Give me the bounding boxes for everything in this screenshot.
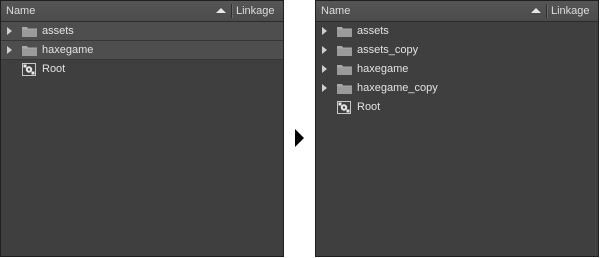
folder-icon xyxy=(337,45,352,56)
linkage-column-header[interactable]: Linkage xyxy=(236,5,275,17)
library-item-assets[interactable]: assets xyxy=(316,22,598,41)
column-divider[interactable] xyxy=(546,4,548,18)
expand-arrow-icon[interactable] xyxy=(322,84,327,92)
library-item-haxegame[interactable]: haxegame xyxy=(1,41,283,60)
library-item-haxegame-copy[interactable]: haxegame_copy xyxy=(316,79,598,98)
folder-icon xyxy=(337,26,352,37)
folder-icon xyxy=(337,83,352,94)
library-item-label: haxegame xyxy=(42,44,94,56)
expand-arrow-icon[interactable] xyxy=(322,65,327,73)
library-item-label: Root xyxy=(357,101,381,113)
library-item-label: assets_copy xyxy=(357,44,419,56)
column-header: Name Linkage xyxy=(316,1,598,22)
expand-arrow-icon[interactable] xyxy=(322,27,327,35)
name-column-header[interactable]: Name xyxy=(321,5,350,17)
library-item-label: Root xyxy=(42,63,66,75)
sort-ascending-icon[interactable] xyxy=(531,8,541,13)
library-item-label: haxegame xyxy=(357,63,409,75)
expand-arrow-icon[interactable] xyxy=(7,27,12,35)
library-panel-before: Name Linkage assets haxegame Root xyxy=(0,0,284,257)
folder-icon xyxy=(22,26,37,37)
folder-icon xyxy=(22,45,37,56)
library-item-assets-copy[interactable]: assets_copy xyxy=(316,41,598,60)
library-item-root[interactable]: Root xyxy=(1,60,283,79)
linkage-column-header[interactable]: Linkage xyxy=(551,5,590,17)
sort-ascending-icon[interactable] xyxy=(216,8,226,13)
column-divider[interactable] xyxy=(231,4,233,18)
library-item-assets[interactable]: assets xyxy=(1,22,283,41)
library-item-label: assets xyxy=(42,25,74,37)
folder-icon xyxy=(337,64,352,75)
library-panel-after: Name Linkage assets assets_copy haxegame… xyxy=(315,0,599,257)
arrow-right-icon xyxy=(295,129,304,147)
library-item-root[interactable]: Root xyxy=(316,98,598,117)
movieclip-symbol-icon xyxy=(22,63,36,76)
library-item-haxegame[interactable]: haxegame xyxy=(316,60,598,79)
column-header: Name Linkage xyxy=(1,1,283,22)
expand-arrow-icon[interactable] xyxy=(322,46,327,54)
expand-arrow-icon[interactable] xyxy=(7,46,12,54)
library-item-label: assets xyxy=(357,25,389,37)
movieclip-symbol-icon xyxy=(337,101,351,114)
library-item-label: haxegame_copy xyxy=(357,82,438,94)
name-column-header[interactable]: Name xyxy=(6,5,35,17)
